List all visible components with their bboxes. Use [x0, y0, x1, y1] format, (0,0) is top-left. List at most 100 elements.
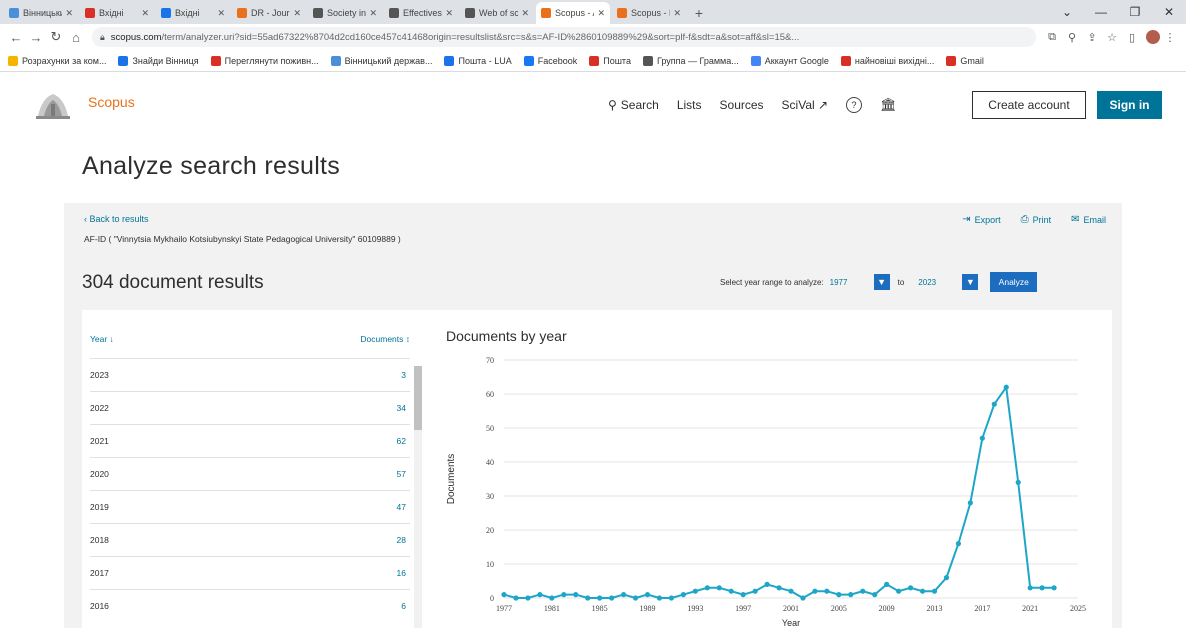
bookmark-item[interactable]: Пошта - LUA [444, 55, 512, 66]
bookmark-item[interactable]: Переглянути поживн... [210, 55, 319, 66]
table-row: 2020 57 [90, 457, 410, 490]
bookmark-label: Пошта - LUA [458, 55, 512, 66]
close-tab-icon[interactable]: ✕ [141, 8, 149, 19]
bookmark-item[interactable]: Знайди Вінниця [118, 55, 199, 66]
browser-tab[interactable]: Вхідні ✕ [156, 2, 230, 24]
data-point [620, 592, 627, 598]
x-tick-label: 2005 [831, 604, 847, 613]
url-domain: scopus.com [110, 31, 162, 43]
scopus-brand[interactable]: Scopus [88, 94, 135, 110]
minimize-button[interactable]: — [1084, 0, 1118, 24]
url-input[interactable]: 🔒︎ scopus.com/term/analyzer.uri?sid=55ad… [92, 27, 1036, 47]
data-point [991, 401, 997, 407]
close-tab-icon[interactable]: ✕ [673, 8, 681, 19]
y-tick-label: 0 [490, 594, 494, 603]
export-button[interactable]: ⇥ Export [962, 214, 1000, 225]
year-from-dropdown[interactable]: ▼ [873, 274, 890, 290]
menu-dots-icon[interactable]: ⋮ [1160, 31, 1180, 44]
help-icon[interactable]: ? [846, 97, 863, 113]
data-point [609, 595, 615, 601]
tab-title: Effectives [403, 8, 442, 18]
browser-tab[interactable]: Вінницький✕ [4, 2, 78, 24]
row-documents-link[interactable]: 47 [397, 502, 410, 512]
data-point [716, 585, 722, 591]
analyze-button[interactable]: Analyze [990, 272, 1038, 292]
bookmark-item[interactable]: Группа — Грамма... [642, 55, 739, 66]
print-button[interactable]: ⎙ Print [1021, 214, 1052, 225]
sidebar-icon[interactable]: ▯ [1122, 31, 1142, 44]
nav-scival[interactable]: SciVal ↗ [782, 98, 829, 112]
row-documents-link[interactable]: 16 [397, 568, 410, 578]
row-documents-link[interactable]: 57 [397, 469, 410, 479]
row-year: 2016 [90, 601, 109, 611]
new-tab-button[interactable]: + [688, 2, 710, 24]
nav-sources[interactable]: Sources [720, 98, 764, 112]
url-path: /term/analyzer.uri?sid=55ad67322%8704d2c… [161, 31, 800, 43]
close-tab-icon[interactable]: ✕ [521, 8, 529, 19]
back-to-results-link[interactable]: ‹ Back to results [84, 214, 149, 224]
x-tick-label: 2025 [1070, 604, 1086, 613]
row-documents-link[interactable]: 28 [397, 535, 410, 545]
close-tab-icon[interactable]: ✕ [445, 8, 453, 19]
institution-icon[interactable]: 🏛︎ [880, 97, 897, 113]
close-tab-icon[interactable]: ✕ [217, 8, 225, 19]
chevron-down-icon[interactable]: ⌄ [1050, 0, 1084, 24]
scrollbar-thumb[interactable] [414, 366, 422, 430]
bookmark-favicon [210, 55, 221, 66]
nav-search[interactable]: ⚲ Search [608, 98, 659, 112]
table-row: 2017 16 [90, 556, 410, 589]
bookmark-item[interactable]: Пошта [589, 55, 631, 66]
browser-tab[interactable]: Society in ✕ [308, 2, 382, 24]
bookmark-item[interactable]: Gmail [946, 55, 984, 66]
maximize-button[interactable]: ❐ [1118, 0, 1152, 24]
bookmark-favicon [523, 55, 534, 66]
bookmark-item[interactable]: найновіші вихідні... [840, 55, 934, 66]
close-tab-icon[interactable]: ✕ [597, 8, 605, 19]
zoom-icon[interactable]: ⚲ [1062, 31, 1082, 44]
bookmark-item[interactable]: Facebook [523, 55, 577, 66]
reload-icon[interactable]: ↻ [46, 29, 66, 45]
row-documents-link[interactable]: 62 [397, 436, 410, 446]
forward-arrow-icon[interactable]: → [26, 30, 46, 45]
bookmark-item[interactable]: Аккаунт Google [750, 55, 829, 66]
documents-column-header[interactable]: Documents ↕ [360, 334, 410, 344]
year-from-value[interactable]: 1977 [830, 278, 874, 287]
sign-in-button[interactable]: Sign in [1097, 91, 1162, 119]
row-documents-link[interactable]: 6 [401, 601, 410, 611]
home-icon[interactable]: ⌂ [66, 30, 86, 45]
bookmark-favicon [642, 55, 653, 66]
share-icon[interactable]: ⇪ [1082, 31, 1102, 44]
bookmark-label: Розрахунки за ком... [22, 55, 107, 66]
browser-tab[interactable]: Вхідні ✕ [80, 2, 154, 24]
browser-tab[interactable]: DR - Journ ✕ [232, 2, 306, 24]
series-line [503, 384, 1055, 600]
year-to-value[interactable]: 2023 [918, 278, 962, 287]
create-account-button[interactable]: Create account [972, 91, 1086, 119]
close-tab-icon[interactable]: ✕ [65, 8, 73, 19]
row-documents-link[interactable]: 34 [397, 403, 410, 413]
row-documents-link[interactable]: 3 [401, 370, 410, 380]
bookmark-item[interactable]: Розрахунки за ком... [8, 55, 107, 66]
elsevier-logo[interactable] [32, 86, 74, 122]
year-to-dropdown[interactable]: ▼ [962, 274, 979, 290]
tab-title: Scopus - A [555, 8, 595, 18]
browser-tab[interactable]: Effectives ✕ [384, 2, 458, 24]
table-scrollbar[interactable] [414, 366, 422, 628]
browser-tab[interactable]: Scopus - A ✕ [536, 2, 610, 24]
back-arrow-icon[interactable]: ← [6, 30, 26, 45]
nav-lists[interactable]: Lists [677, 98, 702, 112]
data-point [907, 585, 914, 591]
profile-avatar[interactable] [1146, 30, 1160, 44]
translate-icon[interactable]: ⧉ [1042, 31, 1062, 44]
star-icon[interactable]: ☆ [1102, 31, 1122, 44]
year-column-header[interactable]: Year ↓ [90, 334, 114, 344]
year-range-selector: Select year range to analyze: 1977 ▼ to … [720, 271, 1038, 293]
bookmark-item[interactable]: Вінницький держав... [330, 55, 432, 66]
y-axis-label: Documents [446, 454, 457, 505]
close-tab-icon[interactable]: ✕ [369, 8, 377, 19]
close-window-button[interactable]: ✕ [1152, 0, 1186, 24]
close-tab-icon[interactable]: ✕ [293, 8, 301, 19]
browser-tab[interactable]: Scopus - D✕ [612, 2, 686, 24]
email-button[interactable]: ✉ Email [1071, 214, 1106, 225]
browser-tab[interactable]: Web of sci ✕ [460, 2, 534, 24]
